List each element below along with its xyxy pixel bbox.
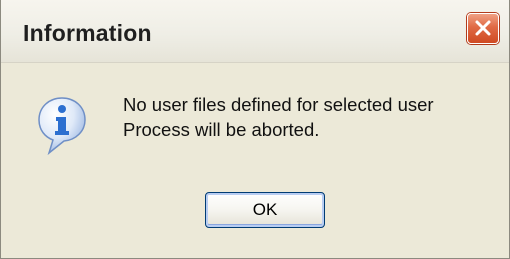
ok-button[interactable]: OK	[205, 192, 325, 228]
message-line-2: Process will be aborted.	[123, 119, 320, 140]
title-bar[interactable]: Information	[1, 0, 509, 63]
close-button[interactable]	[467, 13, 499, 44]
dialog-body: No user files defined for selected user …	[1, 63, 509, 259]
close-icon	[475, 20, 491, 36]
message-line-1: No user files defined for selected user	[123, 94, 434, 115]
information-dialog: Information No user files defined for se…	[0, 0, 510, 259]
dialog-title: Information	[23, 20, 152, 46]
information-icon	[38, 97, 86, 156]
message-text: No user files defined for selected user …	[123, 92, 434, 142]
